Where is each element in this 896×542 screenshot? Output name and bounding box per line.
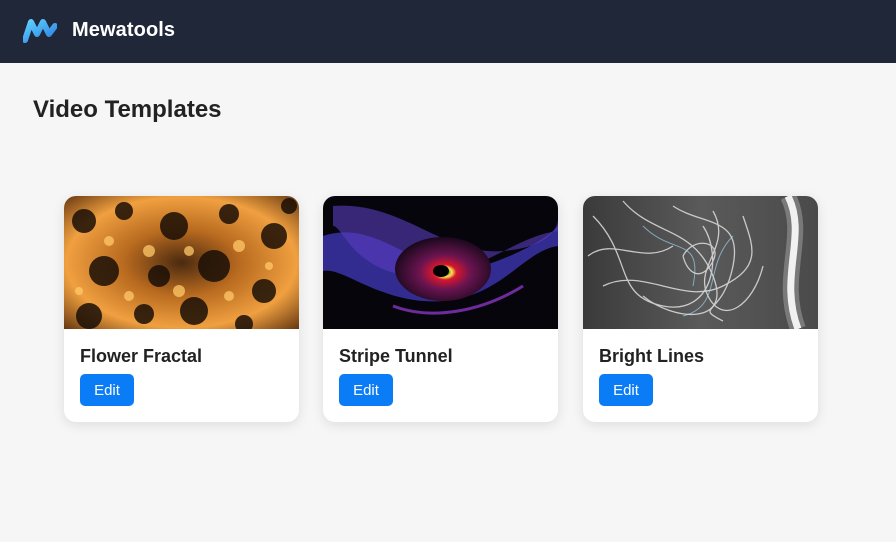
template-card-flower-fractal[interactable]: Flower Fractal Edit [64,196,299,422]
page-title: Video Templates [33,96,222,123]
template-name: Flower Fractal [80,346,203,366]
edit-button[interactable]: Edit [339,374,393,406]
template-card-bright-lines[interactable]: Bright Lines Edit [583,196,818,422]
edit-button[interactable]: Edit [599,374,653,406]
flower-fractal-thumbnail[interactable] [64,196,299,329]
template-card-stripe-tunnel[interactable]: Stripe Tunnel Edit [323,196,558,422]
stripe-tunnel-thumbnail[interactable] [323,196,558,329]
edit-button[interactable]: Edit [80,374,134,406]
mewatools-logo-icon[interactable] [22,18,58,44]
template-name: Stripe Tunnel [339,346,453,366]
bright-lines-thumbnail[interactable] [583,196,818,329]
brand-name[interactable]: Mewatools [72,19,175,42]
top-navbar: Mewatools [0,0,896,63]
template-name: Bright Lines [599,346,705,366]
